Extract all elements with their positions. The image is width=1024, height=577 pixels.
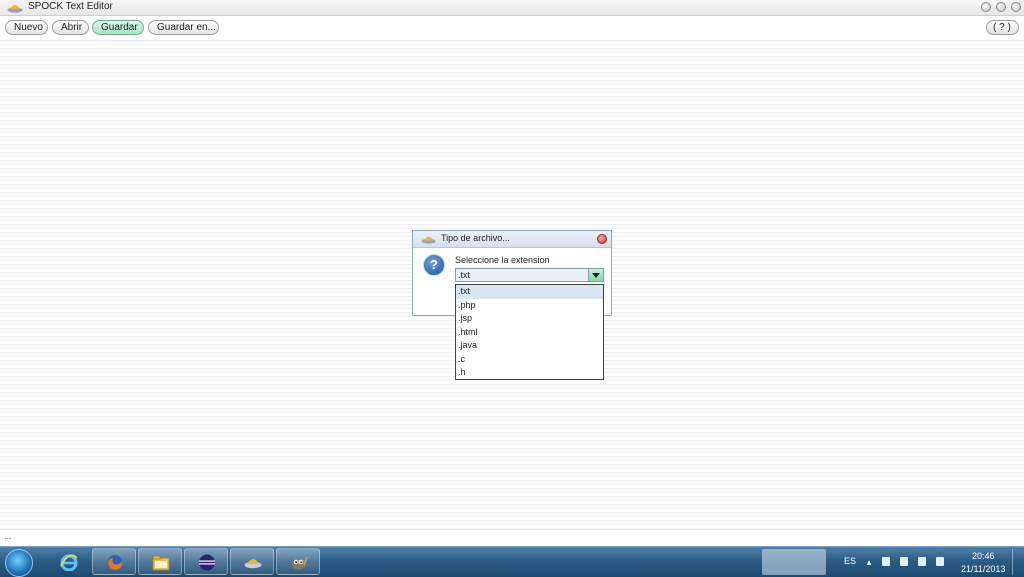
close-button[interactable] xyxy=(1011,2,1021,12)
language-indicator[interactable]: ES xyxy=(844,556,856,566)
extension-option[interactable]: .c xyxy=(456,353,603,367)
chevron-down-icon[interactable] xyxy=(588,269,603,281)
start-button[interactable] xyxy=(5,549,33,577)
window-title: SPOCK Text Editor xyxy=(28,1,113,12)
dialog-title: Tipo de archivo... xyxy=(441,233,510,243)
flag-icon[interactable] xyxy=(882,557,890,566)
taskbar-spock-editor[interactable] xyxy=(230,548,274,575)
question-icon: ? xyxy=(423,254,445,276)
save-as-button[interactable]: Guardar en... xyxy=(148,20,219,35)
maximize-button[interactable] xyxy=(996,2,1006,12)
firefox-icon xyxy=(107,555,123,570)
taskbar-gimp[interactable] xyxy=(276,548,320,575)
volume-icon[interactable] xyxy=(936,557,944,566)
taskbar-eclipse[interactable] xyxy=(184,548,228,575)
clock-date[interactable]: 21/11/2013 xyxy=(961,564,1005,574)
spock-app-icon xyxy=(7,5,23,13)
extension-dropdown-list: .txt .php .jsp .html .java .c .h xyxy=(455,284,604,380)
dialog-close-button[interactable] xyxy=(597,234,607,244)
status-text: ... xyxy=(4,531,12,541)
show-hidden-icons-icon[interactable]: ▲ xyxy=(865,558,873,567)
extension-option[interactable]: .jsp xyxy=(456,312,603,326)
new-button[interactable]: Nuevo xyxy=(5,20,48,35)
save-button[interactable]: Guardar xyxy=(92,20,144,35)
windows-taskbar: ES ▲ 20:46 21/11/2013 xyxy=(0,546,1024,577)
internet-explorer-icon xyxy=(60,554,78,571)
minimize-button[interactable] xyxy=(981,2,991,12)
extension-option[interactable]: .java xyxy=(456,339,603,353)
extension-select-value: .txt xyxy=(458,270,471,280)
eclipse-icon xyxy=(199,554,215,571)
taskbar-file-explorer[interactable] xyxy=(138,548,182,575)
open-button[interactable]: Abrir xyxy=(52,20,89,35)
dialog-prompt: Seleccione la extension xyxy=(455,255,550,265)
extension-option[interactable]: .h xyxy=(456,366,603,380)
network-signal-icon[interactable] xyxy=(918,557,926,566)
dialog-header: Tipo de archivo... xyxy=(413,231,611,248)
spock-app-icon xyxy=(421,236,436,244)
extension-select[interactable]: .txt xyxy=(455,268,604,282)
extension-option[interactable]: .html xyxy=(456,326,603,340)
show-desktop-button[interactable] xyxy=(1012,549,1023,575)
gimp-icon xyxy=(292,556,308,570)
tray-preview-panel[interactable] xyxy=(762,549,826,575)
taskbar-firefox[interactable] xyxy=(92,548,136,575)
taskbar-internet-explorer[interactable] xyxy=(46,548,90,575)
clock-time[interactable]: 20:46 xyxy=(972,551,995,561)
folder-icon xyxy=(152,555,170,571)
help-button[interactable]: ( ? ) xyxy=(986,20,1019,35)
battery-icon[interactable] xyxy=(900,557,908,566)
extension-option[interactable]: .php xyxy=(456,299,603,313)
window-titlebar: SPOCK Text Editor xyxy=(0,0,1024,16)
spock-app-icon xyxy=(244,559,262,569)
extension-option[interactable]: .txt xyxy=(456,285,603,299)
toolbar: Nuevo Abrir Guardar Guardar en... ( ? ) xyxy=(0,16,1024,41)
editor-status-bar: ... xyxy=(0,529,1024,547)
